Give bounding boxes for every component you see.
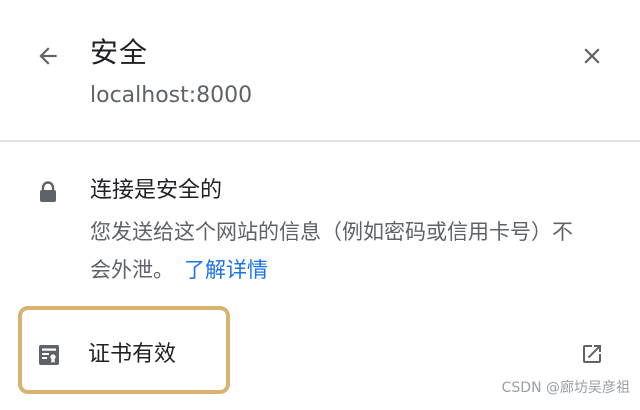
page-title: 安全 — [90, 36, 149, 69]
lock-icon — [40, 181, 56, 202]
site-origin: localhost:8000 — [90, 83, 253, 108]
connection-description-text: 您发送给这个网站的信息（例如密码或信用卡号）不会外泄。 — [90, 220, 573, 282]
certificate-icon — [39, 345, 59, 365]
connection-status-title: 连接是安全的 — [90, 178, 223, 203]
back-button[interactable] — [30, 38, 66, 74]
close-icon — [584, 48, 600, 64]
close-button[interactable] — [574, 38, 610, 74]
open-in-new-icon — [583, 345, 601, 363]
open-certificate-button[interactable] — [578, 340, 606, 368]
arrow-left-icon — [39, 47, 57, 65]
learn-more-link[interactable]: 了解详情 — [184, 258, 268, 282]
watermark: CSDN @廊坊吴彦祖 — [501, 380, 630, 396]
certificate-label: 证书有效 — [88, 342, 177, 367]
panel-header: 安全 localhost:8000 — [0, 0, 640, 140]
certificate-item[interactable]: 证书有效 — [18, 306, 230, 394]
header-divider — [0, 140, 640, 142]
site-security-panel: 安全 localhost:8000 连接是安全的 您发送给这个网站的信息（例如密… — [0, 0, 640, 410]
connection-description: 您发送给这个网站的信息（例如密码或信用卡号）不会外泄。 了解详情 — [90, 213, 590, 289]
